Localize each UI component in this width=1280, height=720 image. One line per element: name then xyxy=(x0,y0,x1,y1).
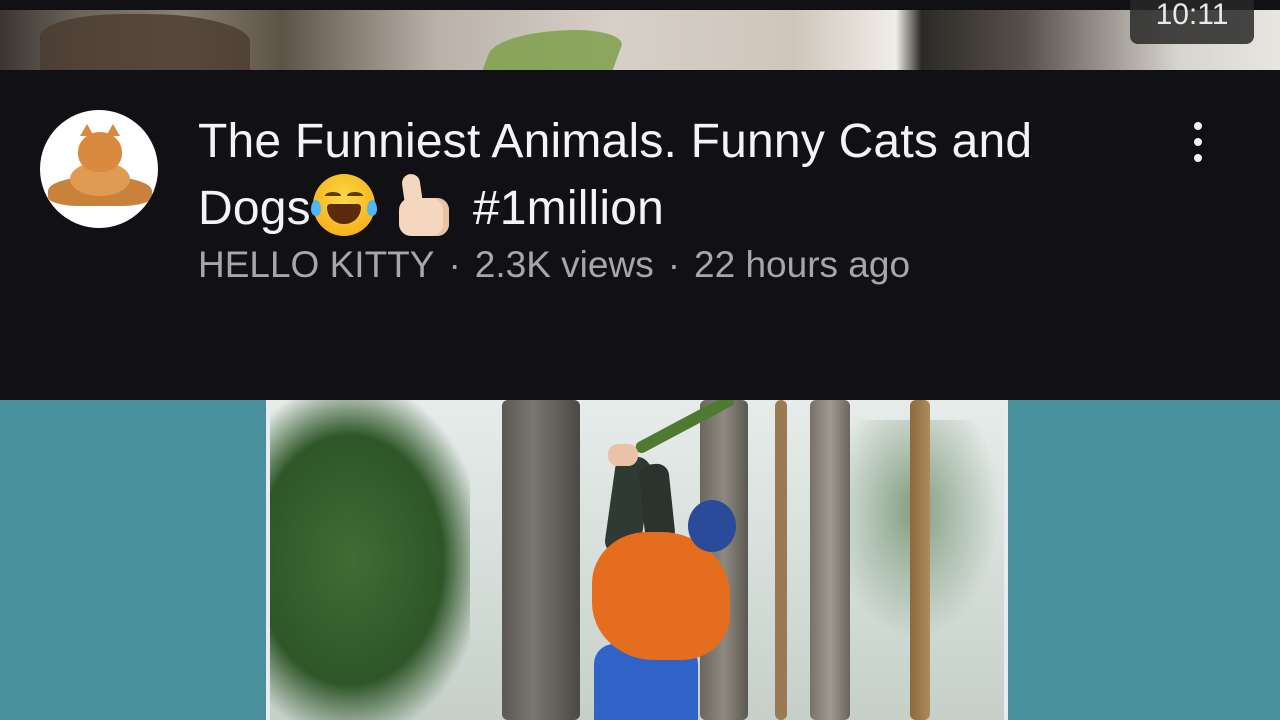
meta-separator: · xyxy=(448,244,461,285)
thumbs-up-emoji-icon xyxy=(389,172,455,238)
tree-trunk xyxy=(502,400,580,720)
person-blue-hat xyxy=(688,500,736,552)
tree-trunk xyxy=(910,400,930,720)
person-hands xyxy=(608,444,638,466)
video-metadata: HELLO KITTY · 2.3K views · 22 hours ago xyxy=(198,244,910,286)
pine-foliage xyxy=(270,400,470,720)
video-title[interactable]: The Funniest Animals. Funny Cats and Dog… xyxy=(198,110,1138,241)
thumbnail-photo xyxy=(266,400,1008,720)
video-title-line1: The Funniest Animals. Funny Cats and xyxy=(198,115,1033,168)
tree-trunk xyxy=(810,400,850,720)
status-band xyxy=(0,0,1280,10)
thumbnail-hand-shape xyxy=(40,14,250,70)
thumbnail-leaf-shape xyxy=(482,30,628,70)
upload-age: 22 hours ago xyxy=(694,244,911,285)
duration-badge: 10:11 xyxy=(1130,0,1254,44)
meta-separator: · xyxy=(667,244,681,285)
video-hashtag[interactable]: #1million xyxy=(473,182,664,235)
video-info-panel[interactable]: The Funniest Animals. Funny Cats and Dog… xyxy=(0,70,1280,400)
tree-trunk xyxy=(775,400,787,720)
previous-video-thumbnail[interactable]: 10:11 xyxy=(0,0,1280,70)
laughing-emoji-icon xyxy=(310,174,377,236)
channel-avatar[interactable] xyxy=(40,110,158,228)
channel-name[interactable]: HELLO KITTY xyxy=(198,244,434,285)
avatar-cat-head xyxy=(78,124,122,172)
next-video-thumbnail[interactable] xyxy=(0,400,1280,720)
more-vert-icon[interactable] xyxy=(1184,122,1212,166)
view-count: 2.3K views xyxy=(474,244,654,285)
video-title-word: Dogs xyxy=(198,182,311,235)
